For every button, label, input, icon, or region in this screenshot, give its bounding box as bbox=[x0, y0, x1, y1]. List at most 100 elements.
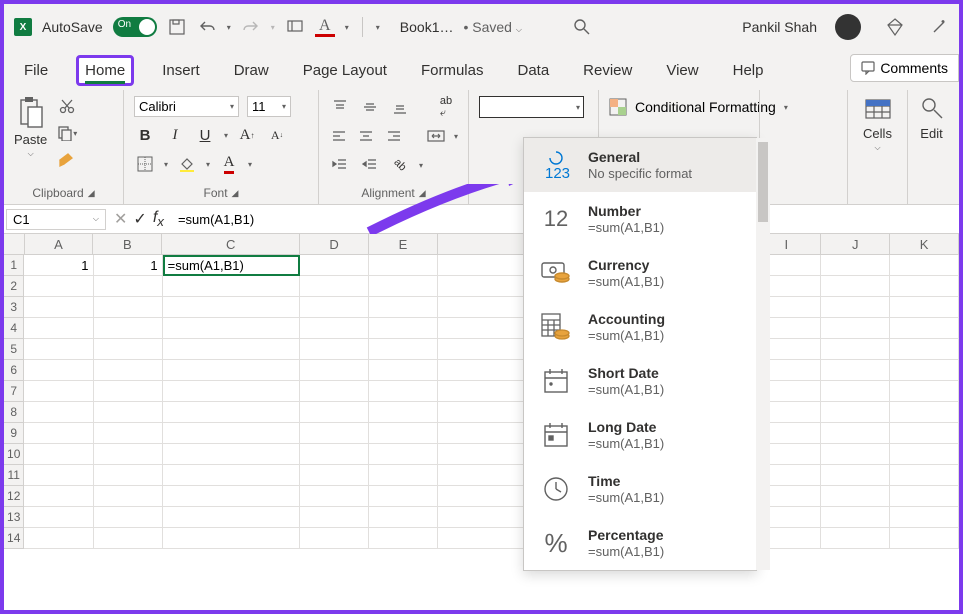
long-date-icon bbox=[538, 417, 574, 453]
tab-help[interactable]: Help bbox=[727, 58, 770, 83]
format-option-short-date[interactable]: Short Date=sum(A1,B1) bbox=[524, 354, 756, 408]
col-header[interactable]: D bbox=[300, 234, 369, 255]
italic-button[interactable]: I bbox=[164, 124, 186, 146]
cell-a1[interactable]: 1 bbox=[24, 255, 93, 276]
edit-button[interactable]: Edit bbox=[920, 96, 944, 141]
format-option-currency[interactable]: Currency=sum(A1,B1) bbox=[524, 246, 756, 300]
user-name[interactable]: Pankil Shah bbox=[742, 19, 817, 35]
tab-data[interactable]: Data bbox=[511, 58, 555, 83]
copy-icon[interactable]: ▾ bbox=[55, 123, 79, 143]
align-left-icon[interactable] bbox=[329, 125, 348, 147]
time-icon bbox=[538, 471, 574, 507]
comments-button[interactable]: Comments bbox=[850, 54, 959, 82]
autosave-toggle[interactable]: On bbox=[113, 17, 157, 37]
row-header[interactable]: 1 bbox=[4, 255, 24, 276]
format-option-long-date[interactable]: Long Date=sum(A1,B1) bbox=[524, 408, 756, 462]
font-color-button[interactable]: A bbox=[218, 153, 240, 175]
cell-c1[interactable]: =sum(A1,B1) bbox=[163, 255, 301, 276]
number-icon: 12 bbox=[538, 201, 574, 237]
format-option-general[interactable]: 123 GeneralNo specific format bbox=[524, 138, 756, 192]
qat-customize[interactable]: ▾ bbox=[376, 23, 380, 32]
col-header[interactable]: J bbox=[821, 234, 890, 255]
general-icon: 123 bbox=[538, 147, 574, 183]
tab-insert[interactable]: Insert bbox=[156, 58, 206, 83]
enter-formula-icon[interactable]: ✓ bbox=[133, 209, 146, 229]
bold-button[interactable]: B bbox=[134, 124, 156, 146]
percentage-icon: % bbox=[538, 525, 574, 561]
col-header[interactable]: B bbox=[93, 234, 162, 255]
merge-cells-icon[interactable] bbox=[426, 125, 445, 147]
font-group-label: Font bbox=[204, 186, 228, 200]
format-painter-icon[interactable] bbox=[55, 150, 79, 170]
autosave-label: AutoSave bbox=[42, 19, 103, 35]
annotation-arrow bbox=[364, 184, 524, 234]
cancel-formula-icon[interactable]: ✕ bbox=[114, 209, 127, 229]
redo-icon bbox=[241, 17, 261, 37]
accounting-icon bbox=[538, 309, 574, 345]
dropdown-scrollbar[interactable] bbox=[756, 138, 770, 570]
ribbon-tabs: File Home Insert Draw Page Layout Formul… bbox=[4, 50, 959, 90]
underline-button[interactable]: U bbox=[194, 124, 216, 146]
format-option-percentage[interactable]: % Percentage=sum(A1,B1) bbox=[524, 516, 756, 570]
tab-home[interactable]: Home bbox=[76, 55, 134, 86]
fx-icon[interactable]: fx bbox=[153, 209, 164, 229]
svg-text:123: 123 bbox=[545, 165, 570, 182]
filename[interactable]: Book1… bbox=[400, 19, 454, 35]
format-option-time[interactable]: Time=sum(A1,B1) bbox=[524, 462, 756, 516]
align-bottom-icon[interactable] bbox=[389, 96, 411, 118]
align-middle-icon[interactable] bbox=[359, 96, 381, 118]
tab-draw[interactable]: Draw bbox=[228, 58, 275, 83]
decrease-indent-icon[interactable] bbox=[329, 154, 351, 176]
font-name-select[interactable]: Calibri▾ bbox=[134, 96, 239, 117]
tab-review[interactable]: Review bbox=[577, 58, 638, 83]
font-color-quick-icon[interactable]: A bbox=[315, 17, 335, 37]
undo-icon[interactable] bbox=[197, 17, 217, 37]
increase-indent-icon[interactable] bbox=[359, 154, 381, 176]
tab-view[interactable]: View bbox=[660, 58, 704, 83]
fill-color-button[interactable] bbox=[176, 153, 198, 175]
borders-button[interactable] bbox=[134, 153, 156, 175]
col-header[interactable]: A bbox=[25, 234, 94, 255]
saved-status[interactable]: • Saved ⌵ bbox=[463, 19, 521, 35]
align-right-icon[interactable] bbox=[384, 125, 403, 147]
spreadsheet-grid[interactable]: A B C D E I J K 1 1 1 =sum(A1,B1) 2 3 4 … bbox=[4, 234, 959, 549]
wand-icon[interactable] bbox=[929, 17, 949, 37]
save-icon[interactable] bbox=[167, 17, 187, 37]
tab-formulas[interactable]: Formulas bbox=[415, 58, 490, 83]
align-top-icon[interactable] bbox=[329, 96, 351, 118]
tab-page-layout[interactable]: Page Layout bbox=[297, 58, 393, 83]
select-all-corner[interactable] bbox=[4, 234, 25, 255]
font-size-select[interactable]: 11▾ bbox=[247, 96, 291, 117]
avatar[interactable] bbox=[835, 14, 861, 40]
cells-button[interactable]: Cells ⌵ bbox=[863, 96, 892, 153]
excel-icon: X bbox=[14, 18, 32, 36]
diamond-icon[interactable] bbox=[885, 17, 905, 37]
name-box[interactable]: C1⌵ bbox=[6, 209, 106, 230]
col-header[interactable]: C bbox=[162, 234, 300, 255]
font-launcher[interactable]: ◢ bbox=[232, 188, 239, 199]
currency-icon bbox=[538, 255, 574, 291]
conditional-formatting-icon bbox=[609, 98, 627, 116]
col-header[interactable]: E bbox=[369, 234, 438, 255]
orientation-icon[interactable]: ab bbox=[384, 149, 415, 180]
wrap-text-icon[interactable]: ab⤶ bbox=[435, 96, 457, 118]
conditional-formatting-button[interactable]: Conditional Formatting bbox=[635, 99, 776, 115]
clipboard-launcher[interactable]: ◢ bbox=[88, 188, 95, 199]
cell-b1[interactable]: 1 bbox=[94, 255, 163, 276]
cut-icon[interactable] bbox=[55, 96, 79, 116]
clipboard-group-label: Clipboard bbox=[32, 186, 83, 200]
short-date-icon bbox=[538, 363, 574, 399]
title-bar: X AutoSave On ▾ ▾ A ▾ ▾ Book1… • Saved ⌵… bbox=[4, 4, 959, 50]
col-header[interactable]: K bbox=[890, 234, 959, 255]
number-format-dropdown: 123 GeneralNo specific format 12 Number=… bbox=[523, 137, 757, 571]
paste-button[interactable]: Paste ⌵ bbox=[14, 96, 47, 159]
align-center-icon[interactable] bbox=[356, 125, 375, 147]
format-option-number[interactable]: 12 Number=sum(A1,B1) bbox=[524, 192, 756, 246]
touch-mode-icon[interactable] bbox=[285, 17, 305, 37]
search-icon[interactable] bbox=[572, 17, 592, 37]
tab-file[interactable]: File bbox=[18, 58, 54, 83]
number-format-select[interactable]: ▾ bbox=[479, 96, 584, 118]
format-option-accounting[interactable]: Accounting=sum(A1,B1) bbox=[524, 300, 756, 354]
increase-font-button[interactable]: A↑ bbox=[236, 124, 258, 146]
decrease-font-button[interactable]: A↓ bbox=[266, 124, 288, 146]
